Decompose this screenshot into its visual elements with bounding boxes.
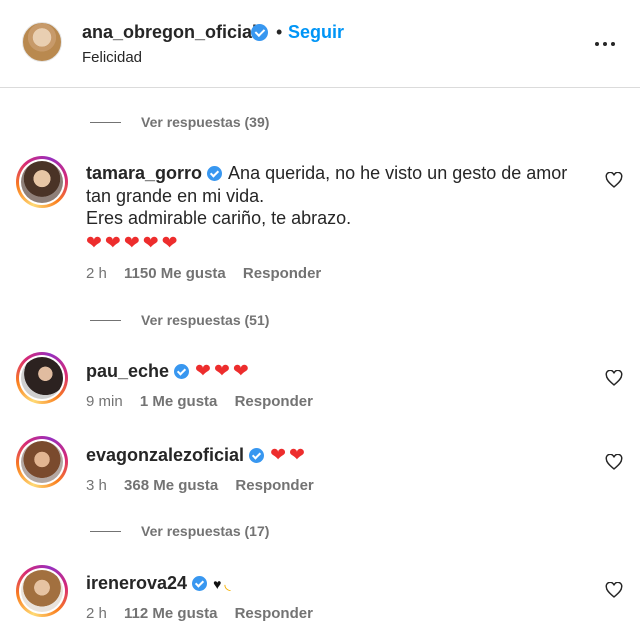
comment-text-line: tan grande en mi vida. xyxy=(86,185,265,206)
view-replies-label: Ver respuestas (39) xyxy=(141,114,270,130)
heart-outline-icon[interactable] xyxy=(605,582,623,598)
replies-line xyxy=(90,121,121,123)
comment-text-line: Eres admirable cariño, te abrazo. xyxy=(86,208,352,228)
heart-outline-icon[interactable] xyxy=(605,172,623,188)
author-avatar[interactable] xyxy=(22,22,62,62)
heart-emojis: ❤❤❤ xyxy=(195,361,252,382)
wave-emoji: ◟ xyxy=(224,576,231,593)
avatar[interactable] xyxy=(16,352,68,404)
reply-button[interactable]: Responder xyxy=(235,477,313,494)
verified-icon xyxy=(251,24,268,41)
more-options-icon[interactable] xyxy=(592,34,618,54)
reply-button[interactable]: Responder xyxy=(243,265,321,282)
author-username[interactable]: ana_obregon_oficial xyxy=(82,22,257,43)
heart-emojis: ❤❤❤❤❤ xyxy=(86,232,181,254)
separator-dot: • xyxy=(276,22,283,42)
heart-outline-icon[interactable] xyxy=(605,454,623,470)
post-subtitle: Felicidad xyxy=(82,49,143,66)
verified-icon xyxy=(249,448,265,463)
comment-meta: 2 h 112 Me gusta Responder xyxy=(86,605,326,622)
view-replies-button[interactable]: Ver respuestas (51) xyxy=(90,310,269,330)
comment-username[interactable]: pau_eche xyxy=(86,361,169,381)
comment-time: 3 h xyxy=(86,477,107,494)
replies-line xyxy=(90,319,121,321)
comment-body: tamara_gorro Ana querida, no he visto un … xyxy=(86,162,586,255)
view-replies-label: Ver respuestas (51) xyxy=(141,312,270,328)
comment-meta: 9 min 1 Me gusta Responder xyxy=(86,393,326,410)
verified-icon xyxy=(192,576,208,591)
comment-body: irenerova24 ♥ ◟ xyxy=(86,572,586,597)
verified-icon xyxy=(174,364,190,379)
comment-time: 2 h xyxy=(86,605,107,622)
reply-button[interactable]: Responder xyxy=(235,605,313,622)
replies-line xyxy=(90,530,121,532)
comment-likes[interactable]: 1 Me gusta xyxy=(140,393,218,410)
view-replies-button[interactable]: Ver respuestas (17) xyxy=(90,521,269,541)
comment-likes[interactable]: 1150 Me gusta xyxy=(124,265,226,282)
comment-likes[interactable]: 112 Me gusta xyxy=(124,605,217,622)
comment-likes[interactable]: 368 Me gusta xyxy=(124,477,218,494)
comment-time: 9 min xyxy=(86,393,123,410)
avatar[interactable] xyxy=(16,156,68,208)
reply-button[interactable]: Responder xyxy=(235,393,313,410)
comment-meta: 2 h 1150 Me gusta Responder xyxy=(86,265,334,282)
comment-body: pau_eche ❤❤❤ xyxy=(86,360,586,384)
avatar[interactable] xyxy=(16,436,68,488)
verified-icon xyxy=(207,166,223,181)
heart-emojis: ❤❤ xyxy=(270,445,308,466)
comment-meta: 3 h 368 Me gusta Responder xyxy=(86,477,327,494)
follow-button[interactable]: Seguir xyxy=(288,22,344,43)
black-heart-emoji: ♥ xyxy=(213,576,222,592)
comment-username[interactable]: tamara_gorro xyxy=(86,163,202,183)
comment-text-line: Ana querida, no he visto un gesto de amo… xyxy=(228,163,568,183)
heart-outline-icon[interactable] xyxy=(605,370,623,386)
comment-username[interactable]: evagonzalezoficial xyxy=(86,445,244,465)
comment-username[interactable]: irenerova24 xyxy=(86,573,187,593)
view-replies-button[interactable]: Ver respuestas (39) xyxy=(90,112,269,132)
comment-time: 2 h xyxy=(86,265,107,282)
view-replies-label: Ver respuestas (17) xyxy=(141,523,270,539)
avatar[interactable] xyxy=(16,565,68,617)
comment-body: evagonzalezoficial ❤❤ xyxy=(86,444,586,468)
post-header: ana_obregon_oficial • Seguir Felicidad xyxy=(0,0,640,88)
